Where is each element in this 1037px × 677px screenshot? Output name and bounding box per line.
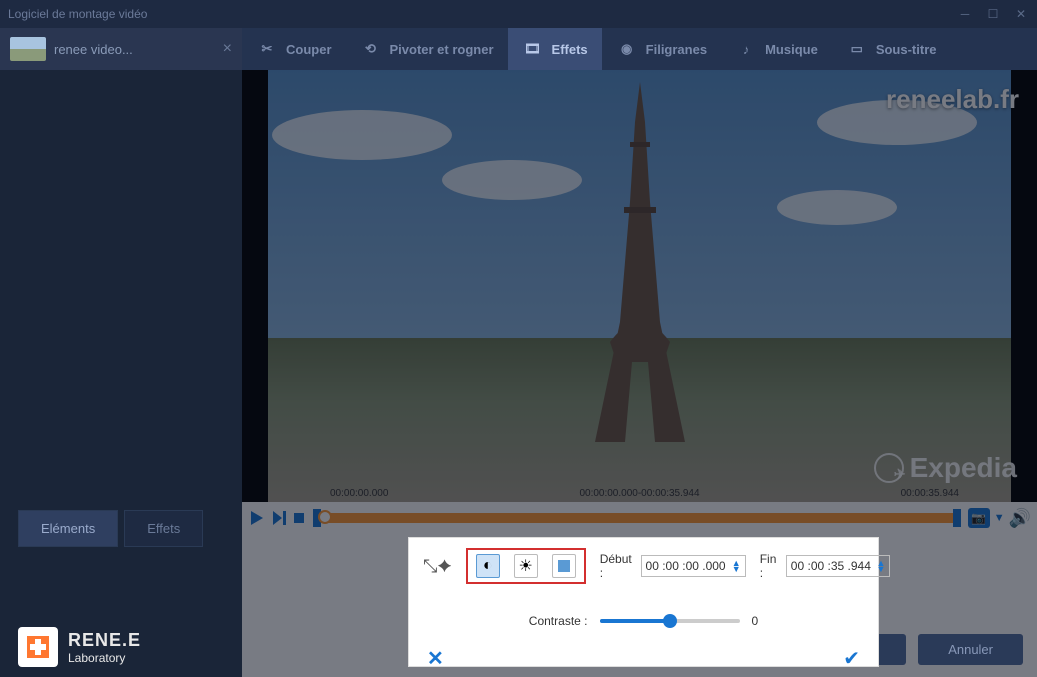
eiffel-tower-graphic xyxy=(580,82,700,442)
spinner-icon[interactable]: ▲▼ xyxy=(732,560,741,572)
tool-music[interactable]: ♪ Musique xyxy=(721,28,832,70)
play-button[interactable] xyxy=(248,509,266,527)
slider-thumb[interactable] xyxy=(663,614,677,628)
file-thumbnail xyxy=(10,37,46,61)
range-end-handle[interactable] xyxy=(953,509,961,527)
watermark-top-right: reneelab.fr xyxy=(886,84,1019,115)
watermark-bottom-right: Expedia xyxy=(874,452,1017,484)
close-tab-icon[interactable]: × xyxy=(223,40,232,58)
tool-watermark[interactable]: ◉ Filigranes xyxy=(602,28,721,70)
globe-icon xyxy=(874,453,904,483)
timeline-track[interactable] xyxy=(316,513,958,523)
effects-panel: ⤡✦ ◐ ☀ Début : 00 :00 :00 .000 ▲▼ Fin : … xyxy=(408,537,879,667)
cancel-button[interactable]: Annuler xyxy=(918,634,1023,665)
rotate-icon: ⟲ xyxy=(360,38,382,60)
debut-input[interactable]: 00 :00 :00 .000 ▲▼ xyxy=(641,555,746,577)
stamp-icon: ◉ xyxy=(616,38,638,60)
maximize-button[interactable]: ☐ xyxy=(985,6,1001,22)
file-name: renee video... xyxy=(54,42,215,57)
close-button[interactable]: ✕ xyxy=(1013,6,1029,22)
sidebar-tab-elements[interactable]: Eléments xyxy=(18,510,118,547)
scissors-icon: ✂ xyxy=(256,38,278,60)
window-title: Logiciel de montage vidéo xyxy=(8,7,957,21)
tool-subtitle[interactable]: ▭ Sous-titre xyxy=(832,28,951,70)
subtitle-icon: ▭ xyxy=(846,38,868,60)
file-tab[interactable]: renee video... × xyxy=(0,28,242,70)
timeline-start-label: 00:00:00.000 xyxy=(330,488,388,499)
timeline-range-label: 00:00:00.000-00:00:35.944 xyxy=(579,488,699,499)
logo-sub: Laboratory xyxy=(68,651,141,665)
music-icon: ♪ xyxy=(735,38,757,60)
tool-effects[interactable]: 🎞 Effets xyxy=(508,28,602,70)
highlighted-tools: ◐ ☀ xyxy=(466,548,586,584)
logo-icon xyxy=(18,627,58,667)
logo: RENE.E Laboratory xyxy=(18,627,141,667)
brightness-tool-button[interactable]: ☀ xyxy=(514,554,538,578)
minimize-button[interactable]: ─ xyxy=(957,6,973,22)
volume-button[interactable]: 🔊 xyxy=(1009,508,1031,529)
panel-cancel-button[interactable]: ✕ xyxy=(427,646,444,671)
tool-cut[interactable]: ✂ Couper xyxy=(242,28,346,70)
fin-label: Fin : xyxy=(760,552,782,580)
fin-input[interactable]: 00 :00 :35 .944 ▲▼ xyxy=(786,555,891,577)
playhead[interactable] xyxy=(318,510,332,524)
sidebar: Eléments Effets RENE.E Laboratory xyxy=(0,70,242,677)
spinner-icon[interactable]: ▲▼ xyxy=(876,560,885,572)
magic-wand-icon[interactable]: ⤡✦ xyxy=(423,556,452,577)
film-icon: 🎞 xyxy=(522,38,544,60)
contrast-slider[interactable] xyxy=(600,619,740,623)
dropdown-icon[interactable]: ▼ xyxy=(994,512,1005,524)
debut-label: Début : xyxy=(600,552,637,580)
stop-button[interactable] xyxy=(292,511,306,525)
tool-rotate[interactable]: ⟲ Pivoter et rogner xyxy=(346,28,508,70)
video-preview[interactable]: reneelab.fr Expedia xyxy=(242,70,1037,502)
logo-brand: RENE.E xyxy=(68,630,141,651)
contrast-value: 0 xyxy=(752,614,759,628)
snapshot-button[interactable]: 📷 xyxy=(968,508,990,528)
color-tool-button[interactable] xyxy=(552,554,576,578)
sidebar-tab-effects[interactable]: Effets xyxy=(124,510,203,547)
panel-confirm-button[interactable]: ✔ xyxy=(843,646,860,671)
contrast-tool-button[interactable]: ◐ xyxy=(476,554,500,578)
play-next-button[interactable] xyxy=(270,509,288,527)
contrast-label: Contraste : xyxy=(529,614,588,628)
timeline-end-label: 00:00:35.944 xyxy=(901,488,959,499)
